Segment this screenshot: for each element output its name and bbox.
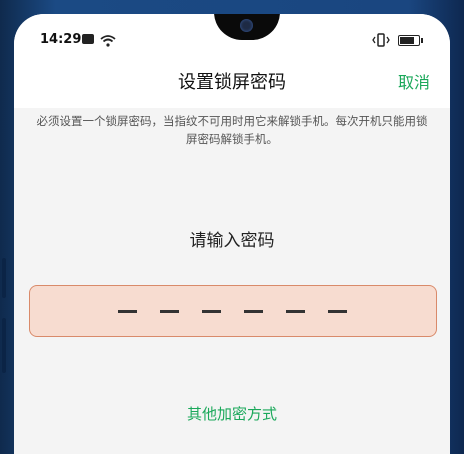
pin-digit xyxy=(202,310,221,313)
pin-placeholder xyxy=(118,310,347,313)
sim-icon xyxy=(82,34,94,44)
vibrate-icon xyxy=(372,32,390,51)
password-prompt: 请输入密码 xyxy=(189,231,275,251)
description-text: 必须设置一个锁屏密码，当指纹不可用时用它来解锁手机。每次开机只能用锁屏密码解锁手… xyxy=(36,114,428,146)
pin-digit xyxy=(244,310,263,313)
power-button xyxy=(2,318,6,373)
pin-digit xyxy=(118,310,137,313)
pin-digit xyxy=(286,310,305,313)
header: 设置锁屏密码 取消 xyxy=(14,54,450,108)
wifi-icon xyxy=(100,32,116,51)
pin-digit xyxy=(160,310,179,313)
battery-icon xyxy=(398,35,423,46)
front-camera xyxy=(240,19,253,32)
cancel-button[interactable]: 取消 xyxy=(398,69,430,93)
page-title: 设置锁屏密码 xyxy=(178,72,286,93)
pin-digit xyxy=(328,310,347,313)
other-encryption-methods-link[interactable]: 其他加密方式 xyxy=(14,403,450,424)
screen: 14:29 设置锁屏密码 取消 必须设置一个锁屏密码，当指纹不可用时用它来解锁手… xyxy=(14,14,450,454)
pin-input[interactable] xyxy=(29,285,437,337)
phone-frame: 14:29 设置锁屏密码 取消 必须设置一个锁屏密码，当指纹不可用时用它来解锁手… xyxy=(0,0,464,454)
volume-button xyxy=(2,258,6,298)
status-time: 14:29 xyxy=(40,32,82,47)
